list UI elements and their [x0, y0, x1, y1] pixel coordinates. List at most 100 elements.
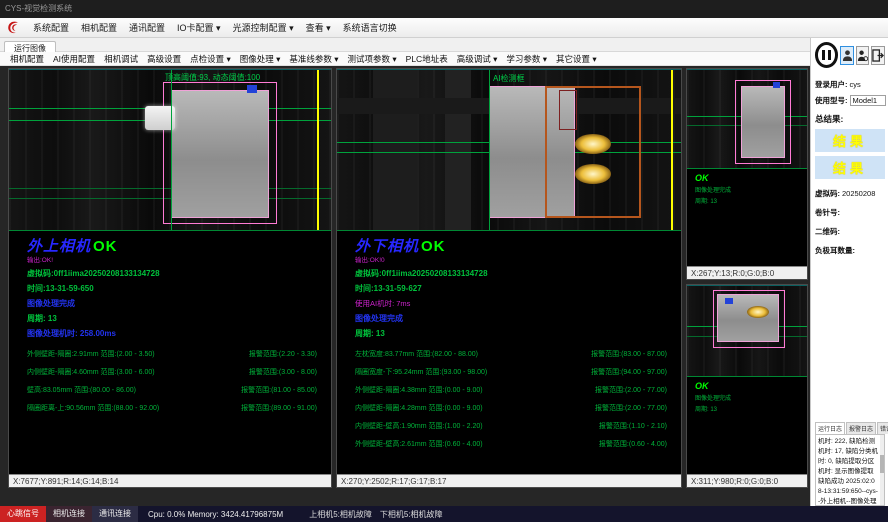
measure-vline [171, 70, 172, 230]
tool-test-item-params[interactable]: 测试项参数 ▾ [348, 53, 397, 65]
total-result-label: 总结果: [815, 113, 885, 125]
edge-marker-line [317, 70, 319, 230]
middle-pixel-coords: X:270;Y:2502;R:17;G:17;B:17 [337, 474, 681, 487]
tool-camera-debug[interactable]: 相机调试 [104, 53, 138, 65]
machine-structure [445, 70, 471, 231]
tool-plc-address-table[interactable]: PLC地址表 [406, 53, 448, 65]
login-user-value: cys [850, 80, 861, 89]
tool-learning-params[interactable]: 学习参数 ▾ [506, 53, 547, 65]
machine-structure [373, 70, 417, 231]
threshold-overlay-label: 顶高阈值:93, 动态阈值:100 [165, 72, 260, 83]
log-scrollbar[interactable] [880, 435, 884, 505]
left-pixel-coords: X:7677;Y:891;R:14;G:14;B:14 [9, 474, 331, 487]
middle-camera-image[interactable]: AI检测框 [337, 69, 681, 231]
model-value-box[interactable]: Model1 [850, 95, 886, 106]
app-logo-icon [6, 20, 21, 35]
pin-label: 卷针号: [815, 207, 840, 218]
measure-row: 内侧壁距-隔圈:4.60mm 范围:(3.00 - 6.00)报警范围:(3.0… [27, 367, 317, 377]
measure-row: 内侧壁距-隔圈:4.28mm 范围:(0.00 - 9.00)报警范围:(2.0… [355, 403, 667, 413]
small-bottom-cycle: 周期: 13 [695, 404, 807, 413]
tab-run-log[interactable]: 运行日志 [815, 422, 845, 434]
pause-button[interactable] [815, 42, 838, 68]
left-camera-image[interactable]: 顶高阈值:93, 动态阈值:100 [9, 69, 331, 231]
exit-button[interactable] [871, 46, 885, 65]
middle-ok-status: OK [421, 238, 446, 255]
small-top-image[interactable] [687, 69, 807, 169]
tool-baseline-params[interactable]: 基准线参数 ▾ [289, 53, 338, 65]
menu-item-camera-config[interactable]: 相机配置 [81, 21, 117, 34]
tool-image-processing[interactable]: 图像处理 ▾ [240, 53, 281, 65]
tab-alarm-log[interactable]: 报警日志 [846, 422, 876, 434]
log-scrollbar-thumb[interactable] [880, 455, 884, 473]
marker-box [773, 82, 780, 88]
menu-item-language-switch[interactable]: 系统语言切换 [343, 21, 397, 34]
tool-advanced-debug[interactable]: 高级调试 ▾ [457, 53, 498, 65]
qr-row: 二维码: [815, 226, 885, 237]
measure-row: 隔圈宽度-下:95.24mm 范围:(93.00 - 98.00)报警范围:(9… [355, 367, 667, 377]
edge-marker-line [671, 70, 673, 230]
tab-count-label: 负极耳数量: [815, 245, 855, 256]
pin-row: 卷针号: [815, 207, 885, 218]
menu-item-system-config[interactable]: 系统配置 [33, 21, 69, 34]
control-button-row [815, 42, 885, 68]
menu-item-light-config[interactable]: 光源控制配置 ▾ [233, 21, 294, 34]
battery-cell [171, 90, 269, 218]
small-bottom-image[interactable] [687, 285, 807, 377]
small-top-pixel-coords: X:267;Y:13;R:0;G:0;B:0 [687, 266, 807, 279]
window-title: CYS-视觉检测系统 [5, 4, 72, 13]
qr-label: 二维码: [815, 226, 840, 237]
virtual-code-row: 虚拟码: 20250208 [815, 188, 885, 199]
user-icon [842, 49, 853, 62]
middle-done-text: 图像处理完成 [355, 313, 681, 324]
measure-row: 左枕宽度:83.77mm 范围:(82.00 - 88.00)报警范围:(83.… [355, 349, 667, 359]
measure-row: 外侧壁距-隔圈:4.38mm 范围:(0.00 - 9.00)报警范围:(2.0… [355, 385, 667, 395]
pause-icon [828, 50, 831, 60]
tool-camera-config[interactable]: 相机配置 [10, 53, 44, 65]
middle-cycle: 周期: 13 [355, 328, 681, 339]
tool-other-settings[interactable]: 其它设置 ▾ [556, 53, 597, 65]
small-top-result: OK 图像处理完成 周期: 13 [687, 169, 807, 205]
login-user-row: 登录用户: cys [815, 79, 885, 90]
menubar: 系统配置 相机配置 通讯配置 IO卡配置 ▾ 光源控制配置 ▾ 查看 ▾ 系统语… [0, 18, 888, 38]
model-label: 使用型号: [815, 95, 848, 106]
middle-camera-title: 外下相机 [355, 238, 419, 255]
tool-spot-check[interactable]: 点检设置 ▾ [190, 53, 231, 65]
left-measure-rows: 外侧壁距-隔圈:2.91mm 范围:(2.00 - 3.50)报警范围:(2.2… [9, 339, 331, 421]
middle-camera-panel: AI检测框 外下相机OK 输出:OK!0 虚拟码:0ff1iima2025020… [336, 68, 682, 488]
tool-ai-usage-config[interactable]: AI使用配置 [53, 53, 95, 65]
measure-row: 外侧壁距-壁高:2.61mm 范围:(0.60 - 4.00)报警范围:(0.6… [355, 439, 667, 449]
side-panel: 登录用户: cys 使用型号: Model1 总结果: 结果 结果 虚拟码: 2… [810, 38, 888, 506]
log-text: 机时: 222, 缺陷检测机时: 17, 缺陷分类机时: 0, 缺陷提取分区机时… [818, 438, 878, 506]
comm-link-indicator: 通讯连接 [92, 506, 138, 522]
log-tabs: 运行日志 报警日志 错误日志 [815, 422, 885, 434]
small-top-cycle: 周期: 13 [695, 196, 807, 205]
camera-link-indicator: 相机连接 [46, 506, 92, 522]
menu-item-io-config[interactable]: IO卡配置 ▾ [177, 21, 221, 34]
middle-time: 时间:13-31-59-627 [355, 283, 681, 294]
battery-cell [741, 86, 785, 158]
defect-box [559, 90, 577, 130]
marker-box [247, 85, 257, 93]
virtual-code-value: 20250208 [842, 189, 875, 198]
result-badge-bottom: 结果 [815, 156, 885, 179]
tab-error-log[interactable]: 错误日志 [877, 422, 888, 434]
heartbeat-indicator: 心跳信号 [0, 506, 46, 522]
menu-item-comm-config[interactable]: 通讯配置 [129, 21, 165, 34]
log-textarea[interactable]: 机时: 222, 缺陷检测机时: 17, 缺陷分类机时: 0, 缺陷提取分区机时… [815, 434, 885, 506]
toolbar: 相机配置 AI使用配置 相机调试 高级设置 点检设置 ▾ 图像处理 ▾ 基准线参… [0, 52, 888, 66]
tab-count-row: 负极耳数量: [815, 245, 885, 256]
tool-advanced-settings[interactable]: 高级设置 [147, 53, 181, 65]
menu-item-view[interactable]: 查看 ▾ [306, 21, 331, 34]
model-row: 使用型号: Model1 [815, 95, 885, 106]
small-bottom-result: OK 图像处理完成 周期: 13 [687, 377, 807, 413]
status-taskbar: 心跳信号 相机连接 通讯连接 Cpu: 0.0% Memory: 3424.41… [0, 506, 888, 522]
left-camera-title: 外上相机 [27, 238, 91, 255]
measure-row: 外侧壁距-隔圈:2.91mm 范围:(2.00 - 3.50)报警范围:(2.2… [27, 349, 317, 359]
user-settings-button[interactable] [856, 46, 869, 65]
virtual-code-label: 虚拟码: [815, 188, 840, 199]
small-view-top-panel: OK 图像处理完成 周期: 13 X:267;Y:13;R:0;G:0;B:0 [686, 68, 808, 280]
left-virtual-code: 虚拟码:0ff1iima20250208133134728 [27, 268, 331, 279]
left-ok-status: OK [93, 238, 118, 255]
left-time: 时间:13-31-59-650 [27, 283, 331, 294]
user-button[interactable] [840, 46, 853, 65]
